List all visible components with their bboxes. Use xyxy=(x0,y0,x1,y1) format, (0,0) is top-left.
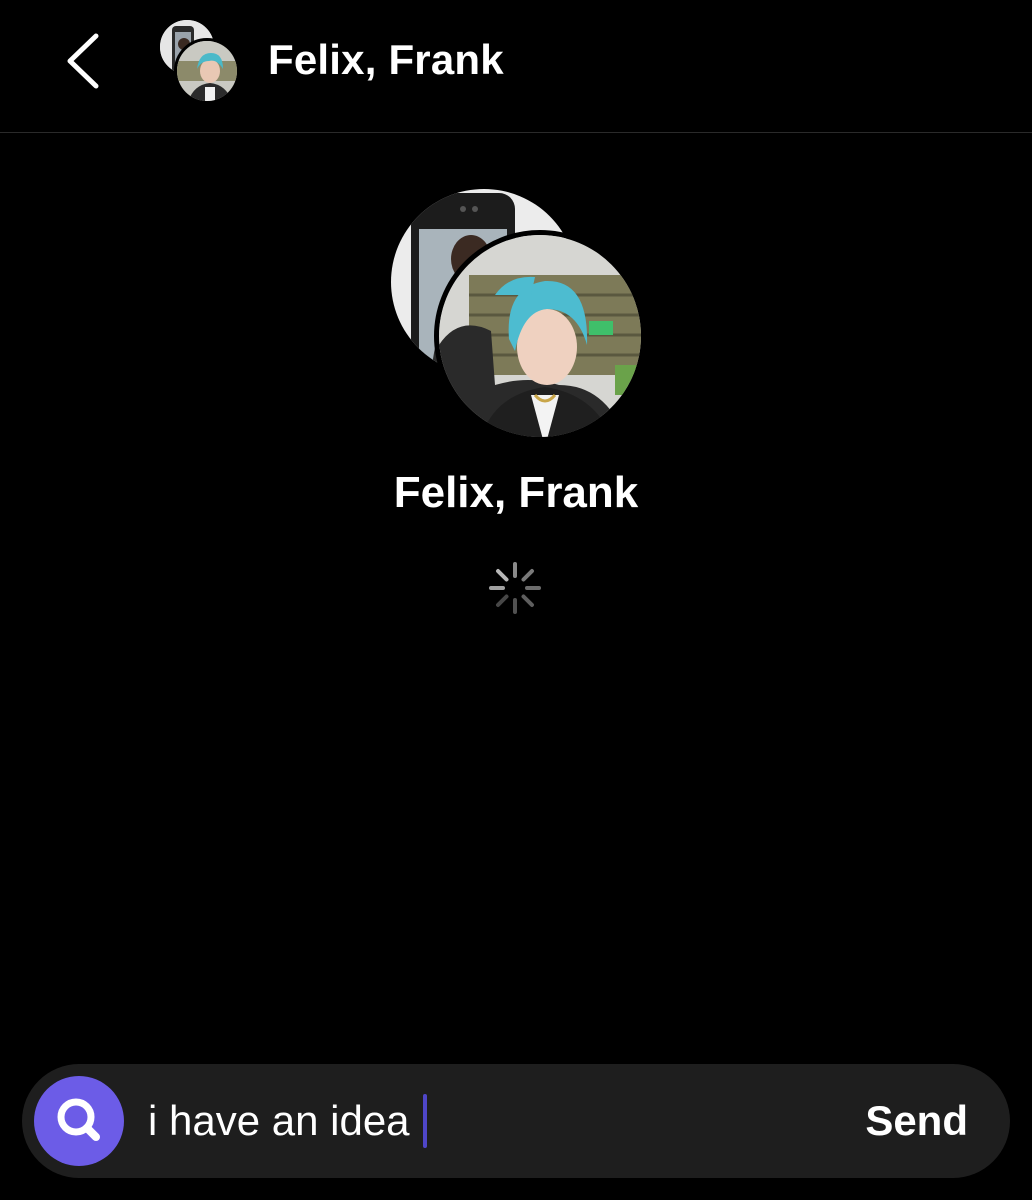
chevron-left-icon xyxy=(67,33,99,89)
profile-group-avatar[interactable] xyxy=(388,186,646,442)
profile-name: Felix, Frank xyxy=(393,468,639,517)
message-composer: Send xyxy=(22,1064,1010,1178)
conversation-header: Felix, Frank xyxy=(0,0,1032,133)
avatar-felix xyxy=(174,38,240,104)
header-title[interactable]: Felix, Frank xyxy=(268,36,504,84)
back-button[interactable] xyxy=(58,28,114,94)
search-button[interactable] xyxy=(34,1076,124,1166)
group-avatar[interactable] xyxy=(158,18,244,104)
profile-avatar-felix xyxy=(434,230,646,442)
message-input[interactable] xyxy=(148,1092,828,1150)
text-cursor xyxy=(423,1094,427,1148)
loading-spinner-icon xyxy=(488,561,542,615)
send-button[interactable]: Send xyxy=(865,1097,968,1145)
search-icon xyxy=(57,1098,100,1141)
